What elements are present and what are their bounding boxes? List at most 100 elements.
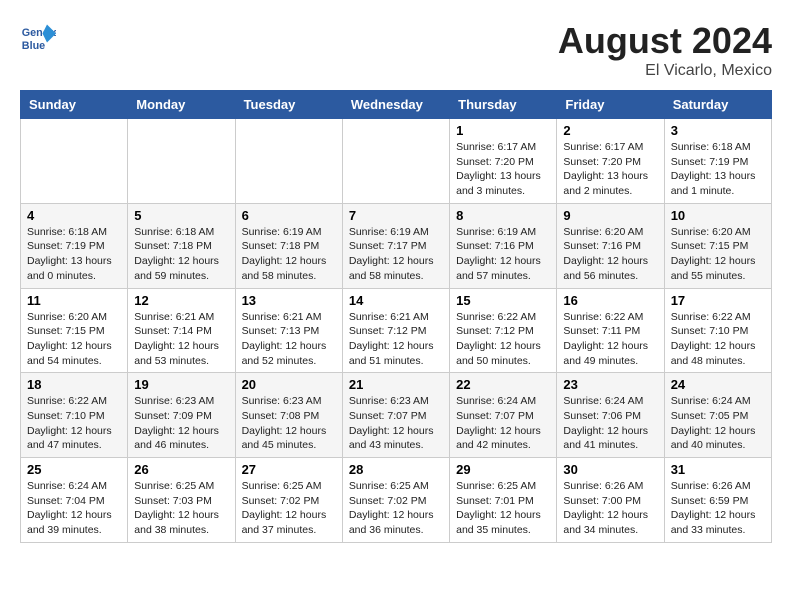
day-number: 10 — [671, 208, 765, 223]
location: El Vicarlo, Mexico — [558, 62, 772, 80]
calendar-cell: 13 Sunrise: 6:21 AM Sunset: 7:13 PM Dayli… — [235, 288, 342, 373]
calendar-cell: 18 Sunrise: 6:22 AM Sunset: 7:10 PM Dayli… — [21, 373, 128, 458]
day-info: Sunrise: 6:25 AM Sunset: 7:01 PM Dayligh… — [456, 479, 550, 538]
day-number: 20 — [242, 377, 336, 392]
page-header: General Blue General Blue August 2024 El… — [20, 20, 772, 80]
day-info: Sunrise: 6:21 AM Sunset: 7:14 PM Dayligh… — [134, 310, 228, 369]
day-info: Sunrise: 6:26 AM Sunset: 7:00 PM Dayligh… — [563, 479, 657, 538]
day-number: 17 — [671, 293, 765, 308]
weekday-header-thursday: Thursday — [450, 91, 557, 119]
day-number: 8 — [456, 208, 550, 223]
weekday-header-row: SundayMondayTuesdayWednesdayThursdayFrid… — [21, 91, 772, 119]
day-number: 30 — [563, 462, 657, 477]
calendar-cell: 12 Sunrise: 6:21 AM Sunset: 7:14 PM Dayli… — [128, 288, 235, 373]
month-title: August 2024 — [558, 20, 772, 62]
day-info: Sunrise: 6:17 AM Sunset: 7:20 PM Dayligh… — [456, 140, 550, 199]
day-number: 11 — [27, 293, 121, 308]
day-info: Sunrise: 6:25 AM Sunset: 7:02 PM Dayligh… — [349, 479, 443, 538]
calendar-cell: 17 Sunrise: 6:22 AM Sunset: 7:10 PM Dayli… — [664, 288, 771, 373]
day-info: Sunrise: 6:22 AM Sunset: 7:10 PM Dayligh… — [671, 310, 765, 369]
day-number: 19 — [134, 377, 228, 392]
calendar-cell: 9 Sunrise: 6:20 AM Sunset: 7:16 PM Daylig… — [557, 203, 664, 288]
logo-icon: General Blue — [20, 20, 56, 56]
calendar-cell: 1Sunrise: 6:17 AM Sunset: 7:20 PM Daylig… — [450, 119, 557, 204]
calendar-cell: 8Sunrise: 6:19 AM Sunset: 7:16 PM Daylig… — [450, 203, 557, 288]
calendar-cell: 20Sunrise: 6:23 AM Sunset: 7:08 PM Dayli… — [235, 373, 342, 458]
day-number: 29 — [456, 462, 550, 477]
day-number: 15 — [456, 293, 550, 308]
day-info: Sunrise: 6:17 AM Sunset: 7:20 PM Dayligh… — [563, 140, 657, 199]
calendar-cell: 7 Sunrise: 6:19 AM Sunset: 7:17 PM Daylig… — [342, 203, 449, 288]
day-number: 4 — [27, 208, 121, 223]
day-number: 23 — [563, 377, 657, 392]
day-info: Sunrise: 6:19 AM Sunset: 7:18 PM Dayligh… — [242, 225, 336, 284]
day-number: 18 — [27, 377, 121, 392]
weekday-header-wednesday: Wednesday — [342, 91, 449, 119]
day-number: 28 — [349, 462, 443, 477]
calendar-cell: 25 Sunrise: 6:24 AM Sunset: 7:04 PM Dayli… — [21, 458, 128, 543]
calendar-cell: 27Sunrise: 6:25 AM Sunset: 7:02 PM Dayli… — [235, 458, 342, 543]
weekday-header-friday: Friday — [557, 91, 664, 119]
day-info: Sunrise: 6:20 AM Sunset: 7:15 PM Dayligh… — [27, 310, 121, 369]
weekday-header-sunday: Sunday — [21, 91, 128, 119]
calendar-cell: 11 Sunrise: 6:20 AM Sunset: 7:15 PM Dayli… — [21, 288, 128, 373]
day-info: Sunrise: 6:21 AM Sunset: 7:13 PM Dayligh… — [242, 310, 336, 369]
calendar-cell: 30 Sunrise: 6:26 AM Sunset: 7:00 PM Dayli… — [557, 458, 664, 543]
calendar-cell: 14Sunrise: 6:21 AM Sunset: 7:12 PM Dayli… — [342, 288, 449, 373]
calendar-cell: 28 Sunrise: 6:25 AM Sunset: 7:02 PM Dayli… — [342, 458, 449, 543]
day-info: Sunrise: 6:24 AM Sunset: 7:07 PM Dayligh… — [456, 394, 550, 453]
day-info: Sunrise: 6:18 AM Sunset: 7:19 PM Dayligh… — [27, 225, 121, 284]
day-number: 25 — [27, 462, 121, 477]
day-info: Sunrise: 6:24 AM Sunset: 7:04 PM Dayligh… — [27, 479, 121, 538]
calendar-cell: 26Sunrise: 6:25 AM Sunset: 7:03 PM Dayli… — [128, 458, 235, 543]
calendar-cell — [128, 119, 235, 204]
day-info: Sunrise: 6:24 AM Sunset: 7:06 PM Dayligh… — [563, 394, 657, 453]
day-info: Sunrise: 6:18 AM Sunset: 7:18 PM Dayligh… — [134, 225, 228, 284]
calendar-cell: 3Sunrise: 6:18 AM Sunset: 7:19 PM Daylig… — [664, 119, 771, 204]
day-number: 22 — [456, 377, 550, 392]
day-number: 9 — [563, 208, 657, 223]
day-info: Sunrise: 6:22 AM Sunset: 7:12 PM Dayligh… — [456, 310, 550, 369]
day-number: 12 — [134, 293, 228, 308]
calendar-week-4: 18 Sunrise: 6:22 AM Sunset: 7:10 PM Dayli… — [21, 373, 772, 458]
calendar-cell: 21 Sunrise: 6:23 AM Sunset: 7:07 PM Dayli… — [342, 373, 449, 458]
day-info: Sunrise: 6:26 AM Sunset: 6:59 PM Dayligh… — [671, 479, 765, 538]
weekday-header-saturday: Saturday — [664, 91, 771, 119]
day-info: Sunrise: 6:22 AM Sunset: 7:10 PM Dayligh… — [27, 394, 121, 453]
weekday-header-monday: Monday — [128, 91, 235, 119]
weekday-header-tuesday: Tuesday — [235, 91, 342, 119]
day-info: Sunrise: 6:23 AM Sunset: 7:07 PM Dayligh… — [349, 394, 443, 453]
day-number: 21 — [349, 377, 443, 392]
day-info: Sunrise: 6:20 AM Sunset: 7:15 PM Dayligh… — [671, 225, 765, 284]
day-number: 26 — [134, 462, 228, 477]
calendar-cell — [235, 119, 342, 204]
day-info: Sunrise: 6:22 AM Sunset: 7:11 PM Dayligh… — [563, 310, 657, 369]
day-number: 13 — [242, 293, 336, 308]
calendar-cell: 2 Sunrise: 6:17 AM Sunset: 7:20 PM Daylig… — [557, 119, 664, 204]
calendar-table: SundayMondayTuesdayWednesdayThursdayFrid… — [20, 90, 772, 543]
day-info: Sunrise: 6:25 AM Sunset: 7:02 PM Dayligh… — [242, 479, 336, 538]
day-info: Sunrise: 6:19 AM Sunset: 7:17 PM Dayligh… — [349, 225, 443, 284]
svg-text:Blue: Blue — [22, 40, 45, 52]
calendar-cell: 4 Sunrise: 6:18 AM Sunset: 7:19 PM Daylig… — [21, 203, 128, 288]
calendar-cell: 15 Sunrise: 6:22 AM Sunset: 7:12 PM Dayli… — [450, 288, 557, 373]
calendar-week-2: 4 Sunrise: 6:18 AM Sunset: 7:19 PM Daylig… — [21, 203, 772, 288]
day-number: 3 — [671, 123, 765, 138]
day-info: Sunrise: 6:24 AM Sunset: 7:05 PM Dayligh… — [671, 394, 765, 453]
calendar-cell: 31Sunrise: 6:26 AM Sunset: 6:59 PM Dayli… — [664, 458, 771, 543]
logo: General Blue General Blue — [20, 20, 56, 56]
calendar-cell: 19 Sunrise: 6:23 AM Sunset: 7:09 PM Dayli… — [128, 373, 235, 458]
day-number: 6 — [242, 208, 336, 223]
calendar-week-1: 1Sunrise: 6:17 AM Sunset: 7:20 PM Daylig… — [21, 119, 772, 204]
calendar-cell: 29 Sunrise: 6:25 AM Sunset: 7:01 PM Dayli… — [450, 458, 557, 543]
day-number: 7 — [349, 208, 443, 223]
calendar-cell: 10 Sunrise: 6:20 AM Sunset: 7:15 PM Dayli… — [664, 203, 771, 288]
calendar-cell: 16Sunrise: 6:22 AM Sunset: 7:11 PM Dayli… — [557, 288, 664, 373]
day-number: 2 — [563, 123, 657, 138]
day-info: Sunrise: 6:20 AM Sunset: 7:16 PM Dayligh… — [563, 225, 657, 284]
day-info: Sunrise: 6:23 AM Sunset: 7:09 PM Dayligh… — [134, 394, 228, 453]
day-number: 5 — [134, 208, 228, 223]
day-number: 14 — [349, 293, 443, 308]
calendar-cell: 23 Sunrise: 6:24 AM Sunset: 7:06 PM Dayli… — [557, 373, 664, 458]
calendar-week-3: 11 Sunrise: 6:20 AM Sunset: 7:15 PM Dayli… — [21, 288, 772, 373]
